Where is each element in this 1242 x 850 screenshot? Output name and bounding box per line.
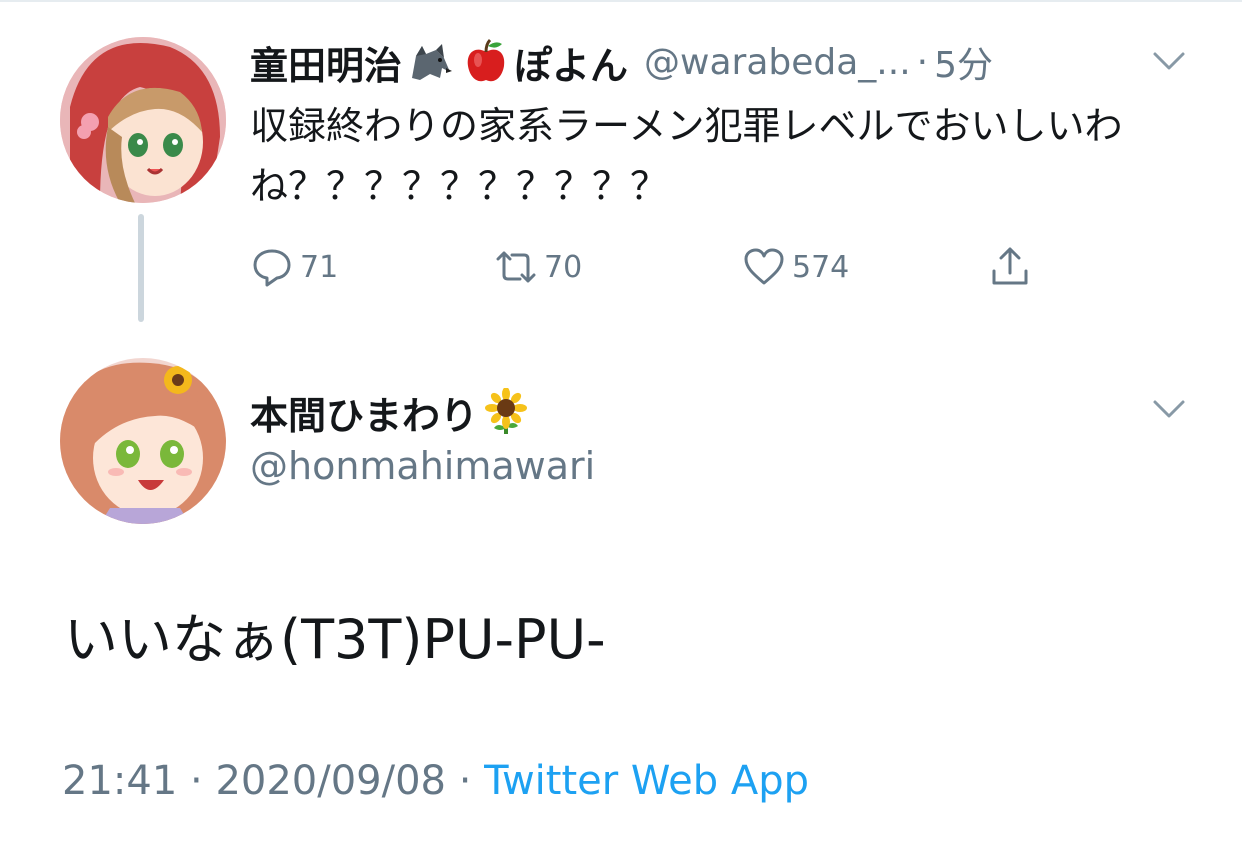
top-divider — [0, 0, 1242, 2]
avatar-honmahimawari[interactable] — [60, 358, 226, 524]
retweet-icon — [494, 245, 538, 289]
share-icon — [988, 245, 1032, 289]
tweet1-handle[interactable]: @warabeda_... — [644, 42, 911, 83]
sunflower-emoji — [482, 388, 530, 436]
tweet2-display-name[interactable]: 本間ひまわり — [250, 385, 478, 440]
tweet1-text: 収録終わりの家系ラーメン犯罪レベルでおいしいわね？？？？？？？？？？ — [250, 104, 1123, 208]
reply-button[interactable]: 71 — [250, 242, 338, 292]
heart-icon — [742, 245, 786, 289]
wolf-emoji — [406, 38, 454, 86]
retweet-button[interactable]: 70 — [494, 242, 582, 292]
tweet2-meta: 21:41 · 2020/09/08 · Twitter Web App — [62, 758, 809, 804]
tweet2-name-row: 本間ひまわり — [250, 382, 534, 442]
tweet2-handle[interactable]: @honmahimawari — [250, 444, 595, 488]
apple-emoji — [462, 38, 510, 86]
meta-separator: · — [190, 758, 203, 804]
like-count: 574 — [792, 249, 850, 285]
reply-icon — [250, 245, 294, 289]
tweet2-text: いいなぁ(T3T)PU-PU- — [64, 608, 606, 671]
tweet2-date[interactable]: 2020/09/08 — [215, 758, 446, 804]
meta-separator: · — [458, 758, 472, 804]
like-button[interactable]: 574 — [742, 242, 849, 292]
tweet1-more-chevron-icon[interactable] — [1152, 50, 1186, 72]
tweet1-timestamp[interactable]: 5分 — [934, 36, 993, 88]
reply-count: 71 — [300, 249, 339, 285]
tweet1-display-name-suffix[interactable]: ぽよん — [514, 35, 628, 90]
tweet2-source-link[interactable]: Twitter Web App — [484, 758, 809, 804]
tweet1-separator: · — [916, 41, 929, 83]
thread-connector-line — [138, 214, 144, 322]
avatar-image — [60, 37, 226, 203]
avatar-image — [60, 358, 226, 524]
tweet2-more-chevron-icon[interactable] — [1152, 398, 1186, 420]
tweet1-header: 童田明治 ぽよん @warabeda_... · 5分 — [250, 34, 1130, 90]
tweet1-action-bar: 71 70 574 — [250, 242, 1050, 292]
tweet1-display-name[interactable]: 童田明治 — [250, 35, 402, 90]
share-button[interactable] — [988, 242, 1032, 292]
avatar-warabeda[interactable] — [60, 37, 226, 203]
retweet-count: 70 — [544, 249, 583, 285]
tweet2-time[interactable]: 21:41 — [62, 758, 177, 804]
